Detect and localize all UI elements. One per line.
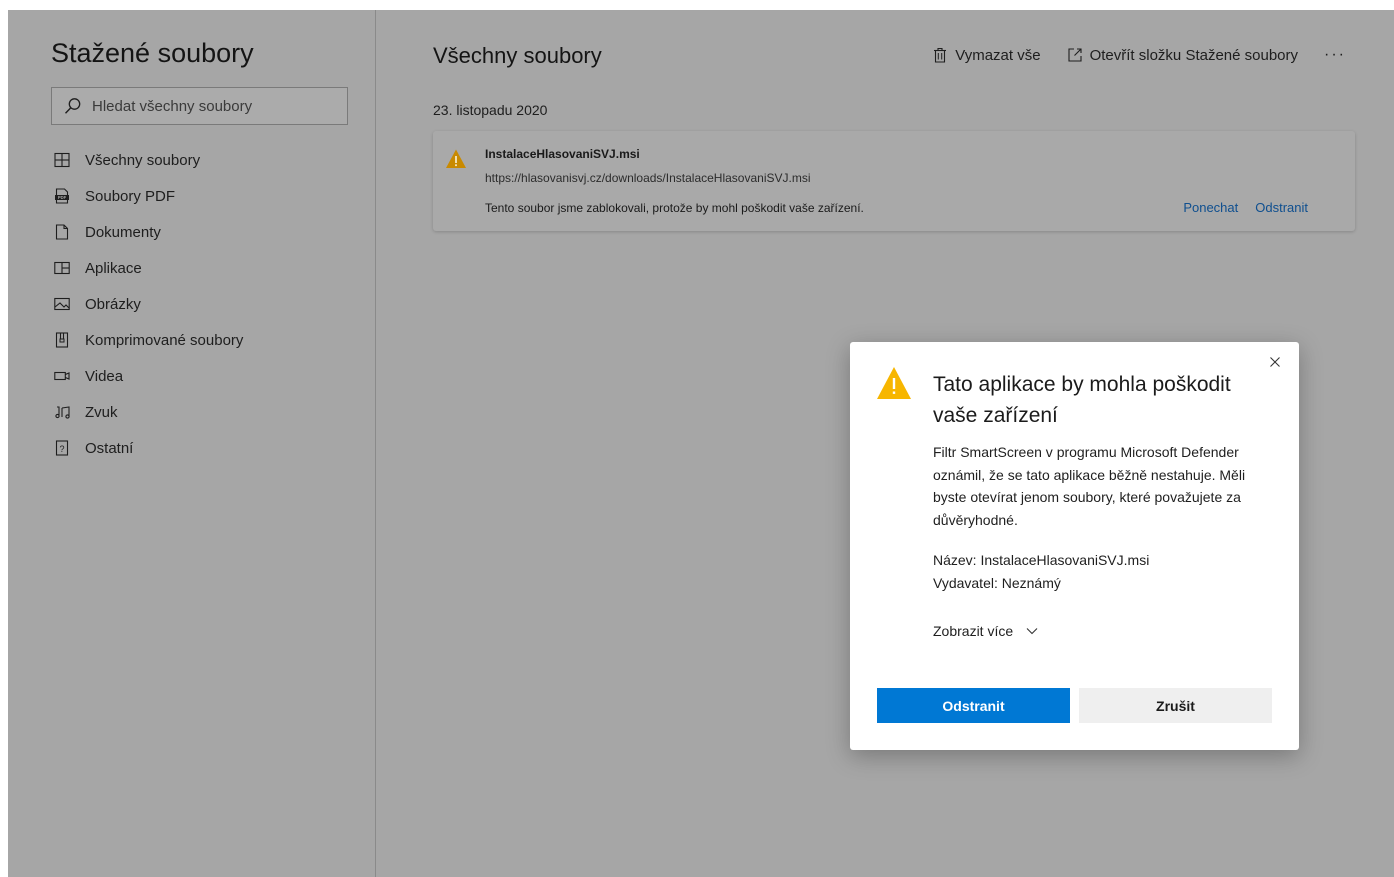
delete-button[interactable]: Odstranit [877,688,1070,723]
cancel-button[interactable]: Zrušit [1079,688,1272,723]
warning-icon [877,367,911,399]
sidebar-item-applications[interactable]: Aplikace [51,250,243,286]
trash-icon [934,47,947,63]
file-name-line: Název: InstalaceHlasovaniSVJ.msi [933,552,1150,568]
download-filename[interactable]: InstalaceHlasovaniSVJ.msi [485,147,640,161]
more-options-button[interactable]: ··· [1324,46,1346,64]
open-folder-label: Otevřít složku Stažené soubory [1089,46,1299,64]
grid-icon [54,152,70,168]
sidebar-item-label: Videa [85,367,124,385]
open-external-icon [1068,48,1082,62]
publisher-line: Vydavatel: Neznámý [933,575,1061,591]
page-title: Všechny soubory [433,43,602,68]
sidebar-item-label: Soubory PDF [85,187,176,205]
close-icon[interactable] [1269,356,1281,368]
delete-link[interactable]: Odstranit [1255,200,1308,215]
download-actions: Ponechat Odstranit [1183,200,1308,215]
clear-all-button[interactable]: Vymazat vše [932,46,1041,64]
sidebar-item-label: Komprimované soubory [85,331,244,349]
video-icon [54,371,70,381]
sidebar: Stažené soubory Všechny soubory [8,10,376,877]
image-icon [54,297,70,311]
unknown-file-icon: ? [55,440,69,456]
download-url: https://hlasovanisvj.cz/downloads/Instal… [485,171,811,185]
download-item: InstalaceHlasovaniSVJ.msi https://hlasov… [433,131,1355,231]
dialog-message: Filtr SmartScreen v programu Microsoft D… [933,444,1246,528]
pdf-icon: PDF [55,188,69,204]
sidebar-item-all-files[interactable]: Všechny soubory [51,142,243,178]
sidebar-item-images[interactable]: Obrázky [51,286,243,322]
download-status: Tento soubor jsme zablokovali, protože b… [485,201,864,215]
toolbar: Vymazat vše Otevřít složku Stažené soubo… [906,46,1346,64]
sidebar-item-label: Všechny soubory [85,151,201,169]
sidebar-item-pdf[interactable]: PDF Soubory PDF [51,178,243,214]
zip-icon [55,332,69,348]
show-more-label: Zobrazit více [933,623,1014,639]
sidebar-item-label: Ostatní [85,439,134,457]
keep-link[interactable]: Ponechat [1183,200,1238,215]
document-icon [55,224,69,240]
sidebar-item-label: Dokumenty [85,223,161,241]
application-icon [54,261,70,275]
sidebar-item-compressed[interactable]: Komprimované soubory [51,322,243,358]
sidebar-item-label: Aplikace [85,259,142,277]
sidebar-item-label: Zvuk [85,403,118,421]
search-icon [65,98,81,114]
show-more-toggle[interactable]: Zobrazit více [933,623,1038,639]
sidebar-item-audio[interactable]: Zvuk [51,394,243,430]
chevron-down-icon [1026,628,1038,635]
svg-text:PDF: PDF [58,195,67,200]
svg-text:?: ? [59,444,64,454]
music-icon [55,406,70,419]
dialog-title: Tato aplikace by mohla poškodit vaše zař… [933,373,1231,427]
warning-icon [446,149,466,168]
smartscreen-dialog: Tato aplikace by mohla poškodit vaše zař… [850,342,1299,750]
sidebar-title: Stažené soubory [51,38,254,68]
sidebar-item-documents[interactable]: Dokumenty [51,214,243,250]
open-folder-button[interactable]: Otevřít složku Stažené soubory [1067,47,1298,64]
search-box[interactable] [51,87,348,125]
sidebar-nav: Všechny soubory PDF Soubory PDF Dokument… [51,142,243,466]
sidebar-item-label: Obrázky [85,295,141,313]
search-input[interactable] [92,97,332,115]
date-heading: 23. listopadu 2020 [433,102,548,118]
clear-all-label: Vymazat vše [955,46,1041,64]
sidebar-item-videos[interactable]: Videa [51,358,243,394]
sidebar-item-other[interactable]: ? Ostatní [51,430,243,466]
